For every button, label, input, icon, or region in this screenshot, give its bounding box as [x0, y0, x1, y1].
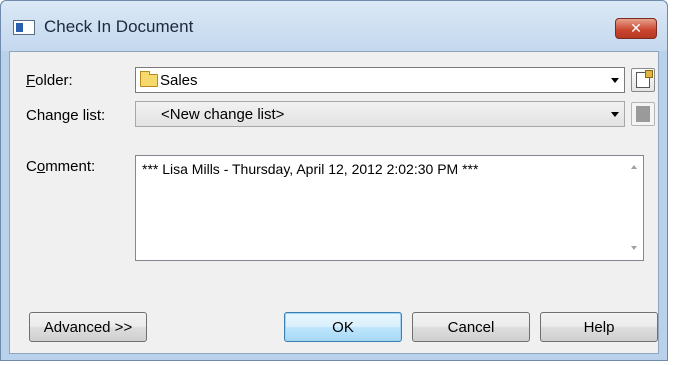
comment-label: Comment: — [26, 158, 96, 175]
properties-icon — [636, 70, 653, 88]
change-list-label: Change list: — [26, 107, 106, 124]
scroll-down-icon[interactable] — [631, 246, 637, 250]
folder-icon — [140, 71, 158, 87]
comment-textarea[interactable]: *** Lisa Mills - Thursday, April 12, 201… — [135, 155, 644, 261]
close-button[interactable]: ✕ — [615, 18, 657, 39]
chevron-down-icon[interactable] — [606, 69, 623, 91]
title-bar[interactable]: Check In Document ✕ — [1, 1, 667, 51]
chevron-down-icon[interactable] — [606, 103, 623, 125]
window-icon — [13, 20, 35, 35]
folder-properties-button[interactable] — [631, 68, 655, 92]
folder-select[interactable]: Sales — [135, 67, 625, 93]
properties-icon — [636, 106, 650, 122]
folder-label: Folder: — [26, 72, 73, 89]
change-list-value: <New change list> — [161, 106, 285, 123]
change-list-properties-button[interactable] — [631, 102, 655, 126]
advanced-button[interactable]: Advanced >> — [29, 312, 147, 342]
dialog-body: Folder: Sales Change list: <New change l… — [9, 51, 659, 354]
check-in-dialog: Check In Document ✕ Folder: Sales Change… — [0, 0, 668, 361]
help-button[interactable]: Help — [540, 312, 658, 342]
close-icon: ✕ — [630, 20, 642, 36]
scroll-up-icon[interactable] — [631, 165, 637, 169]
change-list-select[interactable]: <New change list> — [135, 101, 625, 127]
window-title: Check In Document — [44, 17, 194, 36]
comment-text: *** Lisa Mills - Thursday, April 12, 201… — [142, 161, 479, 177]
comment-scrollbar[interactable] — [626, 156, 643, 260]
folder-value: Sales — [160, 72, 198, 89]
cancel-button[interactable]: Cancel — [412, 312, 530, 342]
ok-button[interactable]: OK — [284, 312, 402, 342]
